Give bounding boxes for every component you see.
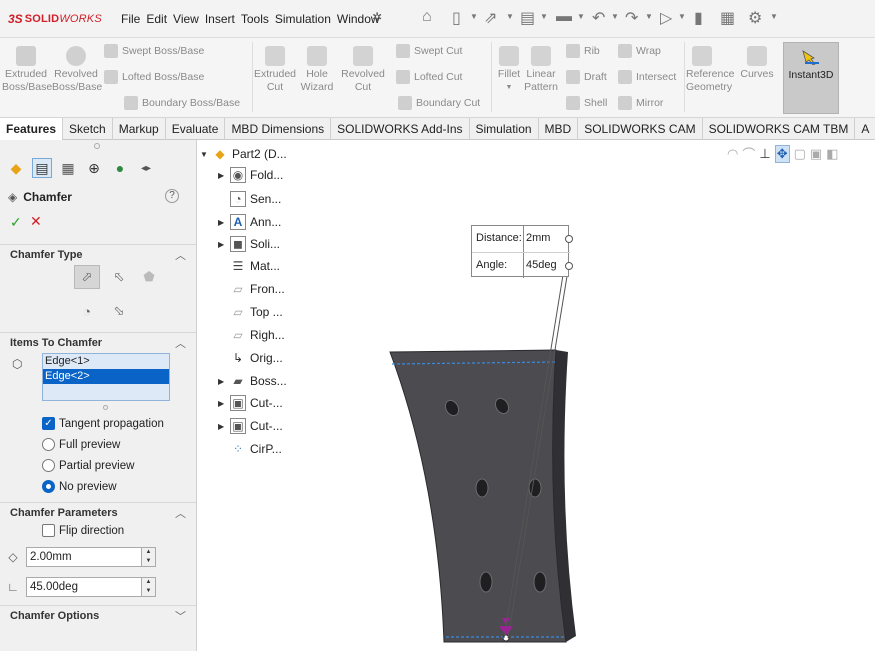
leader-line <box>507 263 570 639</box>
callout-leader-lines <box>503 237 570 639</box>
callout-pin-icon[interactable] <box>565 235 573 243</box>
callout-angle-row[interactable]: Angle: 45deg <box>472 252 573 278</box>
callout-distance-row[interactable]: Distance: 2mm <box>472 226 573 252</box>
leader-line <box>503 237 570 639</box>
callout-pin-icon[interactable] <box>565 262 573 270</box>
chamfer-dimension-callout[interactable]: Distance: 2mm Angle: 45deg <box>471 225 573 278</box>
